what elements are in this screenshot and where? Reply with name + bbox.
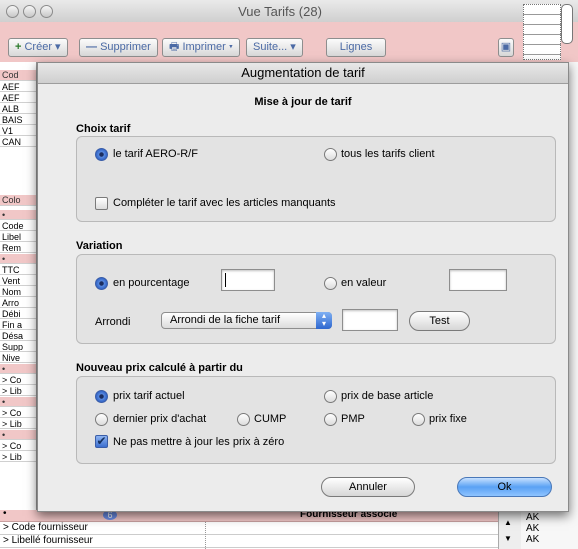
more-button[interactable]: Suite... ▾ [246,38,303,57]
list-item[interactable]: • [0,364,36,374]
radio-prix-fixe[interactable] [412,413,425,426]
minus-icon: — [86,41,101,53]
variation-label: Variation [76,240,123,252]
main-window-title: Vue Tarifs (28) [238,4,322,19]
ne-pas-maj-zero-label: Ne pas mettre à jour les prix à zéro [113,436,285,448]
print-button[interactable]: 🖶 Imprimer ▾ [162,38,240,57]
radio-tarif-aero[interactable] [95,148,108,161]
radio-tous-tarifs-label: tous les tarifs client [341,148,435,160]
radio-dernier-prix-achat[interactable] [95,413,108,426]
bottom-rows: • 6 Fournisseur associé > Code fournisse… [0,508,520,549]
list-item[interactable]: ALB [0,104,36,114]
checkmark-icon: ✔ [96,434,107,448]
list-item[interactable]: Code [0,221,36,231]
stepper[interactable]: ▲ ▼ [498,510,521,549]
radio-cump-label: CUMP [254,413,287,425]
list-header: Cod [0,70,36,81]
complete-articles-checkbox[interactable] [95,197,108,210]
radio-pmp[interactable] [324,413,337,426]
radio-pourcentage[interactable] [95,277,108,290]
scrollbar-thumb[interactable] [561,4,573,44]
delete-button[interactable]: — Supprimer [79,38,158,57]
cancel-button[interactable]: Annuler [321,477,415,497]
test-button[interactable]: Test [409,311,470,331]
choix-tarif-label: Choix tarif [76,123,131,135]
radio-prix-base-article-label: prix de base article [341,390,434,402]
table-row[interactable]: > Libellé fournisseur [0,535,520,548]
list-item[interactable]: Fin a [0,320,36,330]
radio-prix-fixe-label: prix fixe [429,413,467,425]
arrow-down-icon[interactable]: ▼ [504,534,512,543]
code-fournisseur-label: > Code fournisseur [3,522,88,533]
rounding-value-input[interactable] [342,309,398,331]
table-row[interactable]: > Code fournisseur [0,522,520,535]
select-arrows-icon: ▴ ▾ [316,312,332,329]
create-button[interactable]: + Créer ▾ [8,38,68,57]
list-item[interactable]: > Lib [0,452,36,462]
dialog-sheet: Augmentation de tarif Mise à jour de tar… [37,62,569,512]
list-item[interactable]: > Co [0,441,36,451]
list-item[interactable]: • [0,430,36,440]
nouveau-prix-label: Nouveau prix calculé à partir du [76,362,243,374]
printer-icon: 🖶 [169,41,183,53]
list-item[interactable]: AEF [0,82,36,92]
list-item[interactable]: Vent [0,276,36,286]
list-item[interactable]: • [0,397,36,407]
list-item[interactable]: Rem [0,243,36,253]
list-item[interactable]: > Lib [0,386,36,396]
radio-tous-tarifs[interactable] [324,148,337,161]
radio-pourcentage-label: en pourcentage [113,277,190,289]
list-item[interactable]: Débi [0,309,36,319]
list-item[interactable]: TTC [0,265,36,275]
ne-pas-maj-zero-checkbox[interactable]: ✔ [95,435,108,448]
variation-group [76,254,556,344]
radio-pmp-label: PMP [341,413,365,425]
list-item[interactable]: Arro [0,298,36,308]
percent-input[interactable] [221,269,275,291]
ok-button[interactable]: Ok [457,477,552,497]
right-column: AK AK AK [526,512,540,545]
radio-prix-base-article[interactable] [324,390,337,403]
list-item[interactable]: > Co [0,408,36,418]
record-list: Cod AEF AEF ALB BAIS V1 CAN Colo • Code … [0,62,37,549]
list-item[interactable]: BAIS [0,115,36,125]
lines-button[interactable]: Lignes [326,38,386,57]
list-item[interactable]: > Co [0,375,36,385]
radio-valeur[interactable] [324,277,337,290]
list-item[interactable]: • [0,210,36,220]
value-input[interactable] [449,269,507,291]
list-item[interactable]: • [0,254,36,264]
radio-prix-tarif-actuel[interactable] [95,390,108,403]
list-item[interactable]: Nom [0,287,36,297]
list-item[interactable]: Libel [0,232,36,242]
libelle-fournisseur-label: > Libellé fournisseur [3,535,93,546]
list-item[interactable]: Supp [0,342,36,352]
arrow-up-icon[interactable]: ▲ [504,518,512,527]
list-item[interactable]: Désa [0,331,36,341]
list-header-2: Colo [0,195,36,206]
list-item[interactable]: AEF [0,93,36,103]
list-item[interactable]: V1 [0,126,36,136]
arrondi-label: Arrondi [95,316,131,328]
radio-tarif-aero-label: le tarif AERO-R/F [113,148,198,160]
view-options-icon[interactable]: ▣ [498,38,514,57]
radio-valeur-label: en valeur [341,277,387,289]
dialog-subtitle: Mise à jour de tarif [254,96,352,108]
list-item[interactable]: CAN [0,137,36,147]
top-scroll-area [517,2,575,62]
list-item[interactable]: > Lib [0,419,36,429]
list-item[interactable]: Nive [0,353,36,363]
dialog-title: Augmentation de tarif [38,63,568,84]
radio-cump[interactable] [237,413,250,426]
text-cursor [225,273,226,287]
radio-dernier-prix-achat-label: dernier prix d'achat [113,413,207,425]
rounding-select[interactable]: Arrondi de la fiche tarif ▴ ▾ [161,312,332,329]
radio-prix-tarif-actuel-label: prix tarif actuel [113,390,185,402]
complete-articles-label: Compléter le tarif avec les articles man… [113,197,336,209]
